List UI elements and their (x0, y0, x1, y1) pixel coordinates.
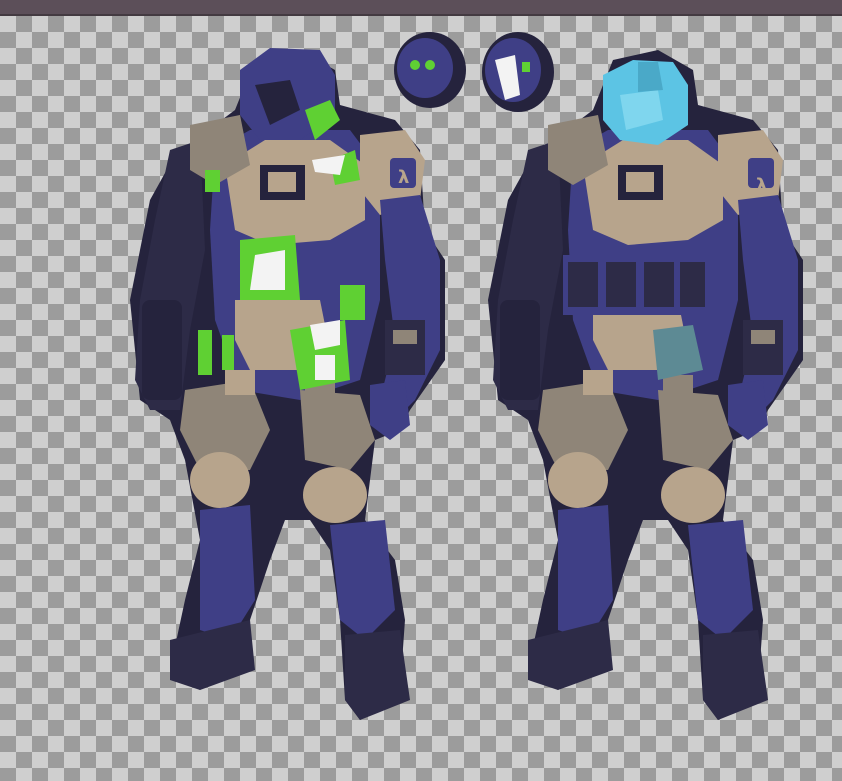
alt-head-2 (482, 32, 554, 112)
soldier-right: λ (488, 50, 803, 720)
lambda-emblem-icon-right: λ (756, 175, 767, 196)
alt-head-1 (394, 32, 466, 108)
transparent-canvas: λ λ (0, 16, 842, 781)
lambda-emblem-icon: λ (398, 167, 409, 188)
character-artwork: λ λ (130, 32, 803, 720)
soldier-left: λ (130, 48, 445, 720)
